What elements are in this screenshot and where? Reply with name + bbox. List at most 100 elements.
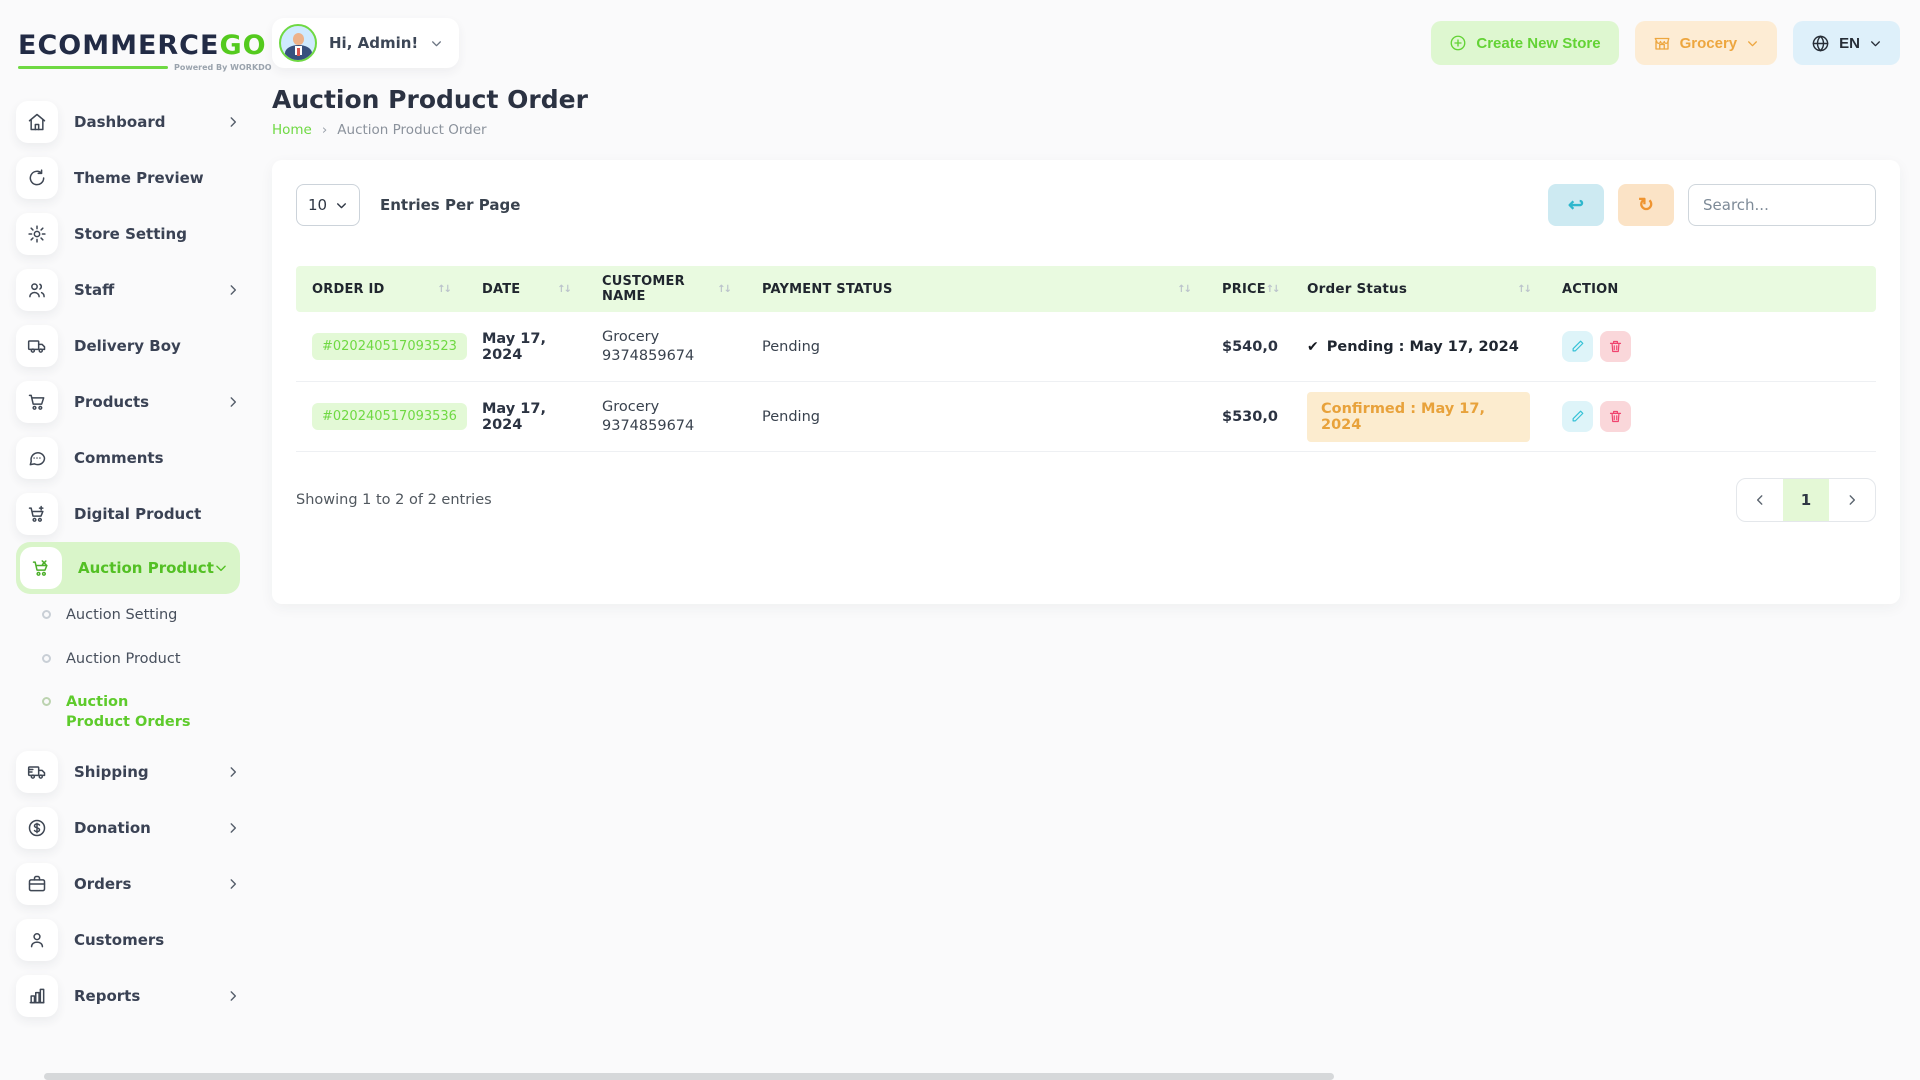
order-id-cell: #020240517093536 bbox=[296, 403, 466, 430]
sidebar-item-reports[interactable]: Reports bbox=[0, 968, 256, 1024]
sidebar-subitem-auction-product-orders[interactable]: Auction Product Orders bbox=[0, 681, 256, 744]
chevron-down-icon bbox=[430, 37, 443, 50]
store-name-label: Grocery bbox=[1680, 35, 1738, 52]
briefcase-icon bbox=[16, 863, 58, 905]
logo-tagline: Powered By WORKDO bbox=[18, 63, 240, 72]
entries-per-page-select[interactable]: 10 bbox=[296, 184, 360, 226]
chevron-right-icon bbox=[226, 765, 240, 779]
bar-chart-icon bbox=[16, 975, 58, 1017]
plus-circle-icon bbox=[1449, 34, 1467, 52]
chevron-right-icon bbox=[226, 821, 240, 835]
chevron-down-icon bbox=[335, 199, 348, 212]
pagination-prev-button[interactable] bbox=[1737, 479, 1783, 521]
order-status-cell: Confirmed : May 17, 2024 bbox=[1291, 392, 1546, 442]
topbar-actions: Create New Store Grocery EN bbox=[1431, 21, 1900, 65]
column-header-customer-name[interactable]: CUSTOMER NAME↑↓ bbox=[586, 274, 746, 304]
sidebar-item-digital-product[interactable]: Digital Product bbox=[0, 486, 256, 542]
sidebar-item-label: Customers bbox=[74, 931, 240, 949]
order-status-text: Pending : May 17, 2024 bbox=[1327, 339, 1519, 355]
sidebar-item-auction-product[interactable]: Auction Product bbox=[16, 542, 240, 594]
home-icon bbox=[16, 101, 58, 143]
order-id-badge[interactable]: #020240517093536 bbox=[312, 403, 467, 430]
sidebar-item-orders[interactable]: Orders bbox=[0, 856, 256, 912]
sidebar-item-delivery-boy[interactable]: Delivery Boy bbox=[0, 318, 256, 374]
horizontal-scrollbar[interactable] bbox=[44, 1073, 1334, 1080]
breadcrumb-separator: › bbox=[322, 122, 327, 138]
sidebar: ECOMMERCEGO Powered By WORKDO Dashboard … bbox=[0, 0, 256, 1080]
sidebar-subitem-auction-setting[interactable]: Auction Setting bbox=[0, 594, 256, 638]
sort-icon: ↑↓ bbox=[1177, 284, 1190, 295]
cart-plus-icon bbox=[16, 493, 58, 535]
user-menu[interactable]: Hi, Admin! bbox=[272, 18, 459, 68]
sidebar-item-comments[interactable]: Comments bbox=[0, 430, 256, 486]
delete-button[interactable] bbox=[1600, 401, 1631, 432]
chevron-right-icon bbox=[226, 989, 240, 1003]
user-greeting: Hi, Admin! bbox=[329, 34, 418, 52]
language-selector-button[interactable]: EN bbox=[1793, 21, 1900, 65]
logo-text: ECOMMERCEGO bbox=[18, 30, 240, 61]
payment-status-cell: Pending bbox=[746, 339, 1206, 355]
globe-icon bbox=[1811, 34, 1830, 53]
breadcrumb-home-link[interactable]: Home bbox=[272, 122, 312, 138]
sidebar-item-customers[interactable]: Customers bbox=[0, 912, 256, 968]
column-header-order-id[interactable]: ORDER ID↑↓ bbox=[296, 282, 466, 297]
sidebar-subitem-label: Auction Setting bbox=[66, 606, 177, 626]
logo[interactable]: ECOMMERCEGO Powered By WORKDO bbox=[0, 20, 256, 76]
store-selector-button[interactable]: Grocery bbox=[1635, 21, 1778, 65]
toolbar-right: ↩ ↻ bbox=[1548, 184, 1876, 226]
auction-cart-icon bbox=[20, 547, 62, 589]
column-header-label: DATE bbox=[482, 282, 520, 297]
edit-button[interactable] bbox=[1562, 331, 1593, 362]
chevron-right-icon bbox=[226, 115, 240, 129]
users-icon bbox=[16, 269, 58, 311]
sidebar-subitem-auction-product[interactable]: Auction Product bbox=[0, 638, 256, 682]
table-row: #020240517093523 May 17, 2024 Grocery 93… bbox=[296, 312, 1876, 382]
refresh-button[interactable]: ↻ bbox=[1618, 184, 1674, 226]
column-header-price[interactable]: PRICE↑↓ bbox=[1206, 282, 1291, 297]
sidebar-item-label: Digital Product bbox=[74, 505, 240, 523]
chevron-down-icon bbox=[1869, 37, 1882, 50]
column-header-label: ACTION bbox=[1562, 282, 1618, 297]
sidebar-subitem-label: Auction Product bbox=[66, 650, 181, 670]
sidebar-item-store-setting[interactable]: Store Setting bbox=[0, 206, 256, 262]
undo-button[interactable]: ↩ bbox=[1548, 184, 1604, 226]
sidebar-item-dashboard[interactable]: Dashboard bbox=[0, 94, 256, 150]
sidebar-item-shipping[interactable]: Shipping bbox=[0, 744, 256, 800]
language-label: EN bbox=[1839, 35, 1860, 52]
pagination: 1 bbox=[1736, 478, 1876, 522]
sidebar-item-label: Comments bbox=[74, 449, 240, 467]
table-header-row: ORDER ID↑↓ DATE↑↓ CUSTOMER NAME↑↓ PAYMEN… bbox=[296, 266, 1876, 312]
pagination-next-button[interactable] bbox=[1829, 479, 1875, 521]
logo-underline bbox=[18, 66, 168, 69]
topbar: Hi, Admin! Create New Store Grocery EN bbox=[272, 15, 1900, 71]
user-icon bbox=[16, 919, 58, 961]
sidebar-item-label: Store Setting bbox=[74, 225, 240, 243]
edit-button[interactable] bbox=[1562, 401, 1593, 432]
bullet-icon bbox=[42, 697, 51, 706]
trash-icon bbox=[1608, 409, 1623, 424]
sidebar-item-label: Reports bbox=[74, 987, 226, 1005]
column-header-payment-status[interactable]: PAYMENT STATUS↑↓ bbox=[746, 282, 1206, 297]
chevron-down-icon bbox=[1746, 37, 1759, 50]
pagination-page-1[interactable]: 1 bbox=[1783, 479, 1829, 521]
create-new-store-button[interactable]: Create New Store bbox=[1431, 21, 1618, 65]
column-header-label: Order Status bbox=[1307, 281, 1407, 297]
sidebar-item-staff[interactable]: Staff bbox=[0, 262, 256, 318]
delete-button[interactable] bbox=[1600, 331, 1631, 362]
refresh-icon: ↻ bbox=[1638, 194, 1654, 217]
sidebar-item-donation[interactable]: Donation bbox=[0, 800, 256, 856]
sidebar-nav: Dashboard Theme Preview Store Setting St… bbox=[0, 94, 256, 1024]
pencil-icon bbox=[1570, 339, 1585, 354]
breadcrumb-current: Auction Product Order bbox=[337, 122, 486, 138]
search-input[interactable] bbox=[1688, 184, 1876, 226]
sort-icon: ↑↓ bbox=[717, 284, 730, 295]
column-header-order-status[interactable]: Order Status↑↓ bbox=[1291, 281, 1546, 297]
sidebar-item-label: Products bbox=[74, 393, 226, 411]
date-cell: May 17, 2024 bbox=[466, 331, 586, 363]
column-header-date[interactable]: DATE↑↓ bbox=[466, 282, 586, 297]
sidebar-item-theme-preview[interactable]: Theme Preview bbox=[0, 150, 256, 206]
sidebar-item-products[interactable]: Products bbox=[0, 374, 256, 430]
order-id-badge[interactable]: #020240517093523 bbox=[312, 333, 467, 360]
logo-primary: ECOMMERCE bbox=[18, 30, 219, 61]
main-area: Hi, Admin! Create New Store Grocery EN A… bbox=[256, 0, 1920, 604]
